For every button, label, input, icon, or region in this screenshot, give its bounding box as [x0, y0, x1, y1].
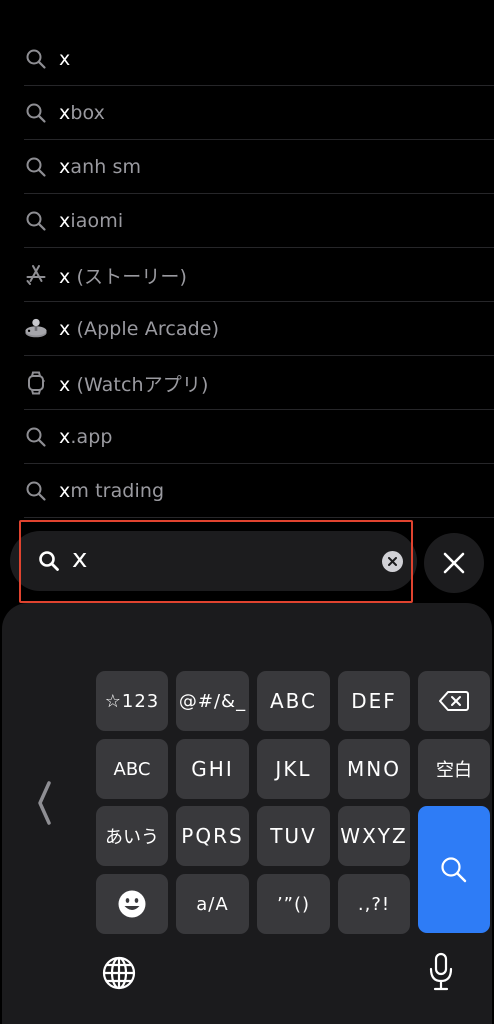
suggestion-item[interactable]: xm trading — [0, 464, 494, 518]
suggestion-typed: x — [59, 318, 71, 340]
clear-search-button[interactable] — [382, 551, 403, 572]
suggestion-typed: x — [59, 210, 71, 232]
search-icon — [24, 155, 48, 179]
emoji-icon — [118, 890, 146, 918]
suggestion-rest: (ストーリー) — [70, 265, 188, 288]
search-icon — [24, 425, 48, 449]
suggestion-rest: box — [70, 102, 106, 124]
microphone-icon[interactable] — [429, 952, 453, 992]
search-icon — [441, 856, 467, 882]
clear-icon — [388, 557, 397, 566]
suggestion-rest: iaomi — [70, 210, 124, 232]
key-jkl[interactable]: JKL — [257, 739, 330, 799]
suggestion-typed: x — [59, 480, 71, 502]
key-abc-mode[interactable]: ABC — [96, 739, 168, 799]
suggestion-item[interactable]: xbox — [0, 86, 494, 140]
suggestion-rest: (Watchアプリ) — [70, 373, 209, 396]
suggestion-item[interactable]: x — [0, 32, 494, 86]
key-tuv[interactable]: TUV — [257, 806, 330, 866]
key-quotes-parens[interactable]: ’”() — [257, 874, 330, 934]
suggestion-typed: x — [59, 426, 71, 448]
key-def[interactable]: DEF — [338, 671, 410, 731]
key-symbols-123[interactable]: ☆123 — [96, 671, 168, 731]
key-kana-mode[interactable]: あいう — [96, 806, 168, 866]
suggestion-typed: x — [59, 156, 71, 178]
search-icon — [38, 550, 60, 576]
suggestion-item[interactable]: x.app — [0, 410, 494, 464]
search-query: x — [72, 544, 88, 574]
suggestion-item[interactable]: xanh sm — [0, 140, 494, 194]
suggestion-typed: x — [59, 48, 71, 70]
arcade-joystick-icon — [24, 317, 48, 341]
suggestion-item[interactable]: x (ストーリー) — [0, 248, 494, 302]
suggestion-item[interactable]: x (Watchアプリ) — [0, 356, 494, 410]
suggestion-typed: x — [59, 373, 71, 396]
search-icon — [24, 101, 48, 125]
backspace-icon — [439, 691, 469, 711]
search-key[interactable] — [418, 806, 490, 933]
search-icon — [24, 47, 48, 71]
close-icon — [443, 552, 465, 574]
chevron-left-icon[interactable] — [34, 780, 54, 826]
search-field[interactable]: x — [10, 531, 417, 591]
delete-key[interactable] — [418, 671, 490, 731]
key-punct-symbols[interactable]: @#/&_ — [176, 671, 249, 731]
key-wxyz[interactable]: WXYZ — [338, 806, 410, 866]
suggestion-list: x xbox xanh sm xiaomi x (ストーリー) x (Apple… — [0, 32, 494, 518]
key-pqrs[interactable]: PQRS — [176, 806, 249, 866]
watch-icon — [24, 371, 48, 395]
suggestion-item[interactable]: xiaomi — [0, 194, 494, 248]
suggestion-rest: m trading — [70, 480, 165, 502]
key-case-toggle[interactable]: a/A — [176, 874, 249, 934]
emoji-key[interactable] — [96, 874, 168, 934]
search-icon — [24, 479, 48, 503]
suggestion-typed: x — [59, 102, 71, 124]
app-store-icon — [24, 263, 48, 287]
suggestion-rest: anh sm — [70, 156, 142, 178]
suggestion-rest: (Apple Arcade) — [70, 318, 220, 340]
suggestion-typed: x — [59, 265, 71, 288]
search-icon — [24, 209, 48, 233]
suggestion-item[interactable]: x (Apple Arcade) — [0, 302, 494, 356]
key-punctuation[interactable]: .,?! — [338, 874, 410, 934]
suggestion-rest: .app — [70, 426, 113, 448]
close-search-button[interactable] — [424, 533, 484, 593]
globe-icon[interactable] — [101, 955, 137, 991]
key-abc[interactable]: ABC — [257, 671, 330, 731]
key-ghi[interactable]: GHI — [176, 739, 249, 799]
space-key[interactable]: 空白 — [418, 739, 490, 799]
key-mno[interactable]: MNO — [338, 739, 410, 799]
